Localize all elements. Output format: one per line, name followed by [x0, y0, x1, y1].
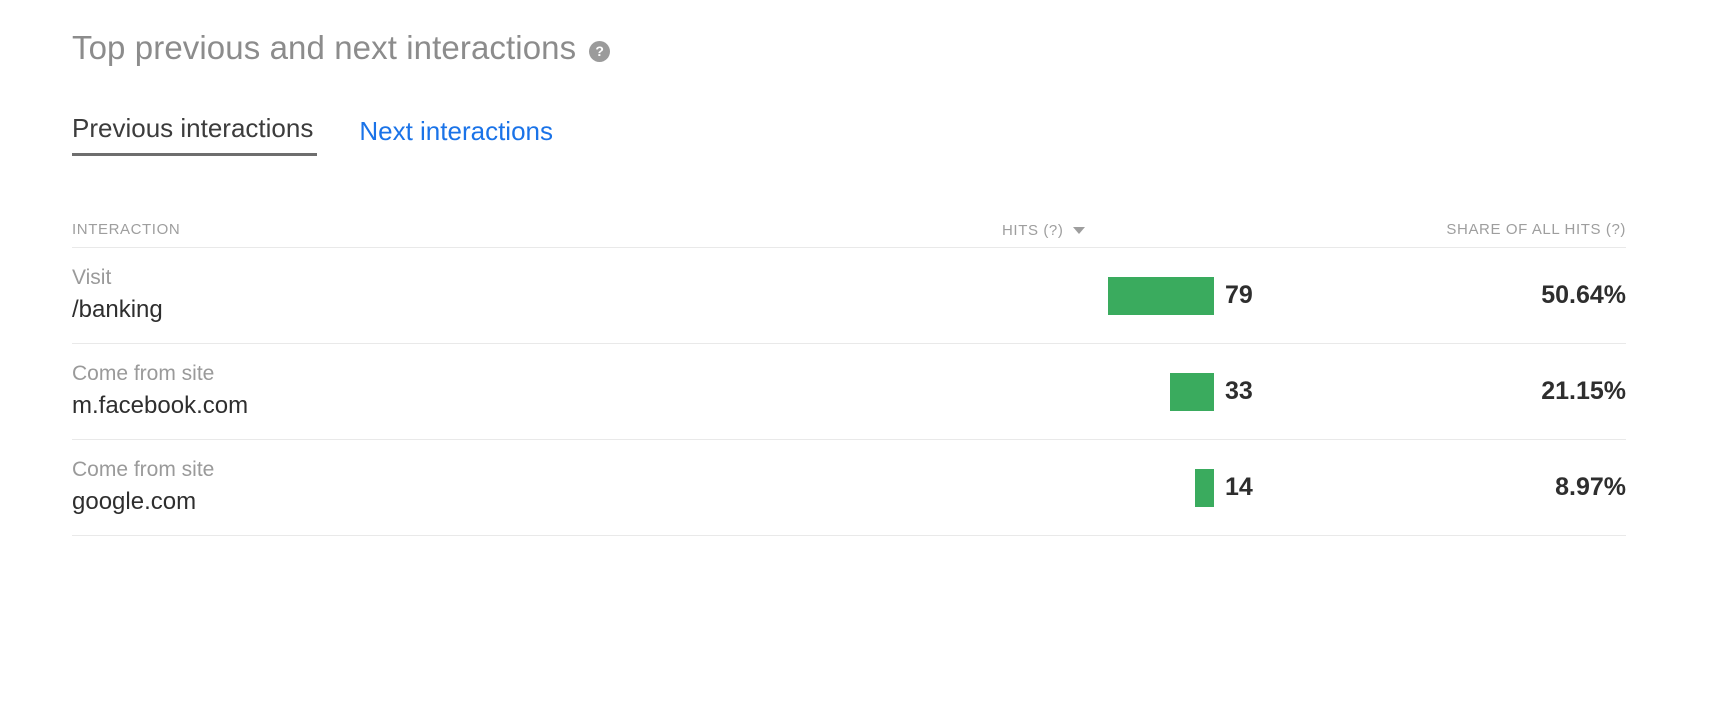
tab-bar: Previous interactions Next interactions: [72, 112, 1656, 156]
page-title: Top previous and next interactions: [72, 30, 576, 66]
column-header-hits-sortable[interactable]: HITS (?): [1002, 222, 1085, 239]
hits-bar-area: [1002, 277, 1214, 315]
share-value: 21.15%: [1541, 377, 1626, 405]
hits-value: 14: [1225, 473, 1253, 502]
tab-next-interactions[interactable]: Next interactions: [359, 118, 553, 156]
hits-value: 79: [1225, 281, 1253, 310]
hits-cell: 79: [1002, 277, 1382, 315]
share-value: 50.64%: [1541, 281, 1626, 309]
column-header-share-cell: SHARE OF ALL HITS (?): [1382, 221, 1626, 239]
column-header-interaction: INTERACTION: [72, 221, 180, 238]
share-value: 8.97%: [1555, 473, 1626, 501]
share-cell: 50.64%: [1382, 281, 1626, 310]
interaction-type: Come from site: [72, 456, 1002, 484]
interaction-cell: Come from site google.com: [72, 456, 1002, 519]
interaction-type: Visit: [72, 264, 1002, 292]
tab-previous-interactions[interactable]: Previous interactions: [72, 115, 317, 156]
top-interactions-widget: Top previous and next interactions ? Pre…: [0, 0, 1728, 536]
column-header-hits-label: HITS (?): [1002, 222, 1063, 239]
sort-descending-caret-icon[interactable]: [1073, 227, 1085, 234]
widget-header: Top previous and next interactions ?: [72, 0, 1656, 60]
interaction-cell: Visit /banking: [72, 264, 1002, 327]
table-row[interactable]: Come from site google.com 14 8.97%: [72, 440, 1626, 536]
hits-bar-area: [1002, 469, 1214, 507]
share-cell: 8.97%: [1382, 473, 1626, 502]
hits-bar: [1108, 277, 1214, 315]
column-header-hits-cell: HITS (?): [1002, 222, 1382, 239]
hits-cell: 33: [1002, 373, 1382, 411]
hits-bar: [1170, 373, 1214, 411]
column-header-share-of-all-hits: SHARE OF ALL HITS (?): [1446, 221, 1626, 238]
share-cell: 21.15%: [1382, 377, 1626, 406]
hits-value: 33: [1225, 377, 1253, 406]
column-header-interaction-cell: INTERACTION: [72, 221, 1002, 239]
table-row[interactable]: Visit /banking 79 50.64%: [72, 248, 1626, 344]
table-row[interactable]: Come from site m.facebook.com 33 21.15%: [72, 344, 1626, 440]
table-header-row: INTERACTION HITS (?) SHARE OF ALL HITS (…: [72, 208, 1626, 248]
hits-cell: 14: [1002, 469, 1382, 507]
question-mark-help-icon[interactable]: ?: [589, 41, 610, 62]
interactions-table: INTERACTION HITS (?) SHARE OF ALL HITS (…: [72, 208, 1626, 536]
interaction-value: /banking: [72, 294, 1002, 326]
interaction-value: m.facebook.com: [72, 390, 1002, 422]
interaction-cell: Come from site m.facebook.com: [72, 360, 1002, 423]
interaction-type: Come from site: [72, 360, 1002, 388]
hits-bar: [1195, 469, 1214, 507]
interaction-value: google.com: [72, 486, 1002, 518]
hits-bar-area: [1002, 373, 1214, 411]
